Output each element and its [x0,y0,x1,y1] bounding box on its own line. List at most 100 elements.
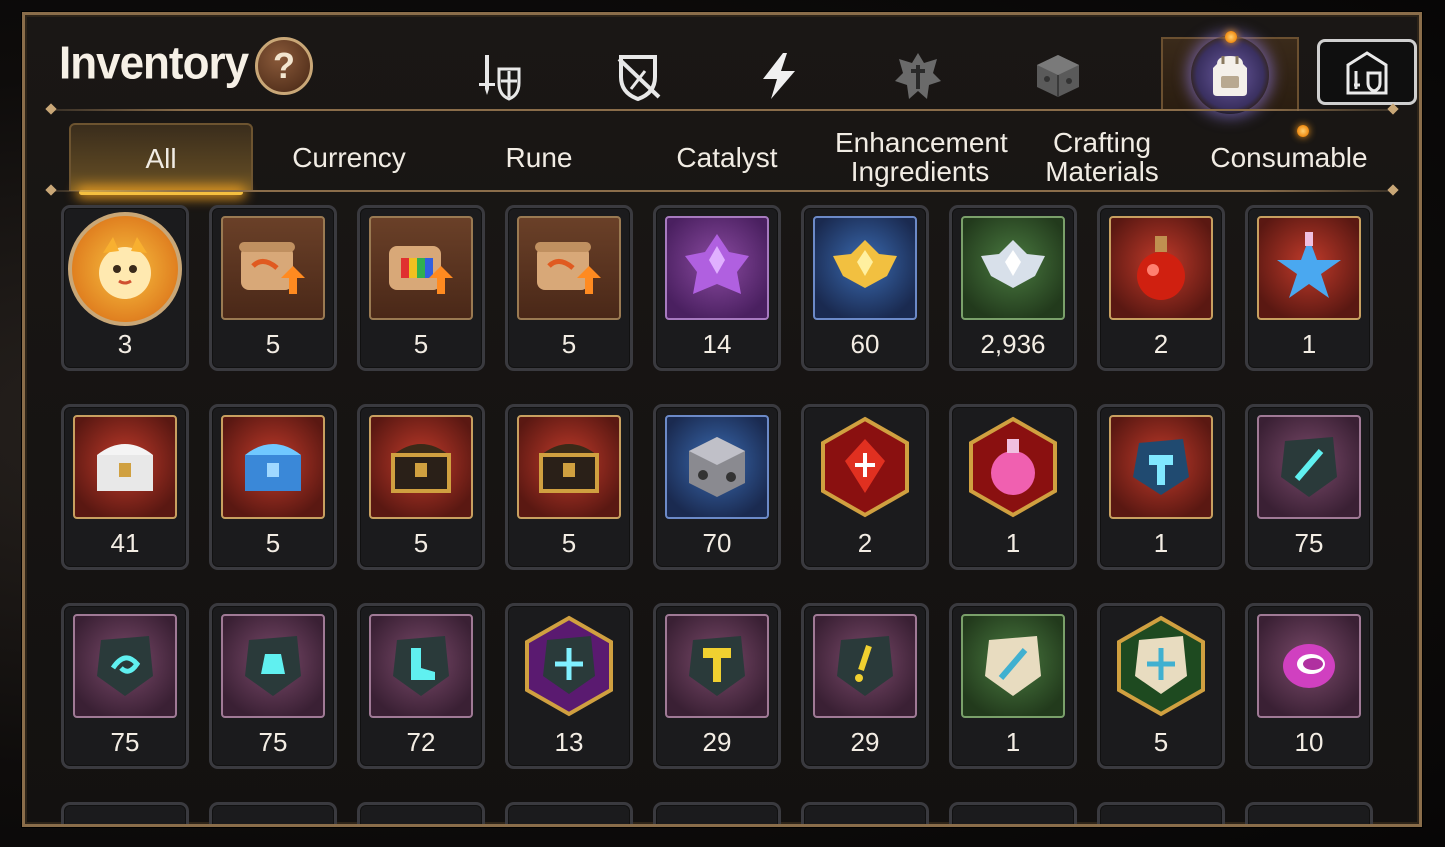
tab-catalyst[interactable]: Catalyst [647,123,807,191]
item-quantity: 2,936 [980,329,1046,359]
item-quantity: 5 [561,329,577,359]
item-slot[interactable] [801,802,929,824]
item-quantity: 5 [413,528,429,558]
item-quantity: 3 [117,329,133,359]
item-slot[interactable]: 14 [653,205,781,371]
item-slot[interactable]: 5 [357,404,485,570]
hammer-rune-icon [665,614,769,718]
item-slot[interactable]: 72 [357,603,485,769]
tab-label: Catalyst [676,141,778,173]
item-slot[interactable]: 75 [61,603,189,769]
backpack-tab[interactable] [1161,31,1299,114]
rainbow-scroll-icon [369,216,473,320]
item-quantity: 5 [413,329,429,359]
panel-corner [1396,801,1419,824]
bell-rune-icon [221,614,325,718]
item-slot[interactable]: 1 [1245,205,1373,371]
item-slot[interactable]: 5 [505,205,633,371]
tab-label: Consumable [1210,141,1368,173]
item-slot[interactable] [653,802,781,824]
item-quantity: 2 [1153,329,1169,359]
knight-shield-icon[interactable] [463,41,533,111]
crest-icon[interactable] [883,41,953,111]
item-slot[interactable]: 3 [61,205,189,371]
item-slot[interactable] [1245,802,1373,824]
item-quantity: 60 [850,329,880,359]
silver-crystal-icon [961,216,1065,320]
item-quantity: 70 [702,528,732,558]
item-slot[interactable]: 29 [653,603,781,769]
backpack-icon [1191,36,1269,114]
notification-dot [1297,125,1309,137]
silver-chest-icon [73,415,177,519]
page-title: Inventory [59,37,249,90]
tab-crafting-materials[interactable]: Crafting Materials [1027,123,1177,191]
item-slot[interactable] [357,802,485,824]
item-slot[interactable] [1097,802,1225,824]
red-potion-icon [1109,216,1213,320]
item-slot[interactable]: 5 [1097,603,1225,769]
star-potion-icon [1257,216,1361,320]
castle-icon [1346,51,1388,95]
item-slot[interactable]: 41 [61,404,189,570]
category-tabs: All Currency Rune Catalyst Enhancement I… [69,123,1389,195]
item-slot[interactable]: 60 [801,205,929,371]
tab-currency[interactable]: Currency [269,123,429,191]
cross-rune-icon [517,614,621,718]
item-slot[interactable]: 75 [209,603,337,769]
item-slot[interactable] [949,802,1077,824]
tab-rune[interactable]: Rune [459,123,619,191]
broken-shield-icon[interactable] [603,41,673,111]
item-quantity: 10 [1294,727,1324,757]
item-slot[interactable]: 75 [1245,404,1373,570]
item-quantity: 75 [1294,528,1324,558]
item-quantity: 29 [850,727,880,757]
scroll-upgrade-icon [221,216,325,320]
tab-label: Crafting Materials [1045,127,1159,187]
tab-enhancement-ingredients[interactable]: Enhancement Ingredients [825,123,1015,191]
item-slot[interactable]: 13 [505,603,633,769]
gold-chest-icon [369,415,473,519]
panel-corner [25,15,48,38]
item-slot[interactable] [61,802,189,824]
item-slot[interactable]: 5 [505,404,633,570]
item-slot[interactable]: 5 [209,205,337,371]
item-slot[interactable]: 29 [801,603,929,769]
item-slot[interactable]: 1 [1097,404,1225,570]
item-slot[interactable]: 10 [1245,603,1373,769]
item-quantity: 1 [1005,528,1021,558]
red-gem-icon [813,415,917,519]
item-slot[interactable]: 1 [949,603,1077,769]
help-button[interactable]: ? [255,37,313,95]
item-slot[interactable]: 70 [653,404,781,570]
lightning-icon[interactable] [743,41,813,111]
panel-corner [25,801,48,824]
item-quantity: 14 [702,329,732,359]
item-quantity: 5 [1153,727,1169,757]
item-slot[interactable] [505,802,633,824]
item-quantity: 13 [554,727,584,757]
item-quantity: 5 [265,528,281,558]
item-slot[interactable]: 5 [209,404,337,570]
castle-button[interactable] [1317,39,1417,105]
item-quantity: 5 [561,528,577,558]
item-quantity: 75 [110,727,140,757]
blue-chest-icon [221,415,325,519]
item-slot[interactable] [209,802,337,824]
item-slot[interactable]: 2 [801,404,929,570]
item-slot[interactable]: 5 [357,205,485,371]
item-slot[interactable]: 1 [949,404,1077,570]
tab-label: All [145,142,177,174]
tabs-divider [51,190,1393,192]
sword-rune-icon [1257,415,1361,519]
item-slot[interactable]: 2 [1097,205,1225,371]
item-quantity: 41 [110,528,140,558]
tab-label: Enhancement Ingredients [835,127,1008,187]
boot-rune-icon [369,614,473,718]
tab-all[interactable]: All [69,123,253,195]
item-slot[interactable]: 2,936 [949,205,1077,371]
cube-icon[interactable] [1023,41,1093,111]
cross-stone-icon [1109,614,1213,718]
tab-consumable[interactable]: Consumable [1199,123,1379,191]
header-divider [51,109,1393,111]
